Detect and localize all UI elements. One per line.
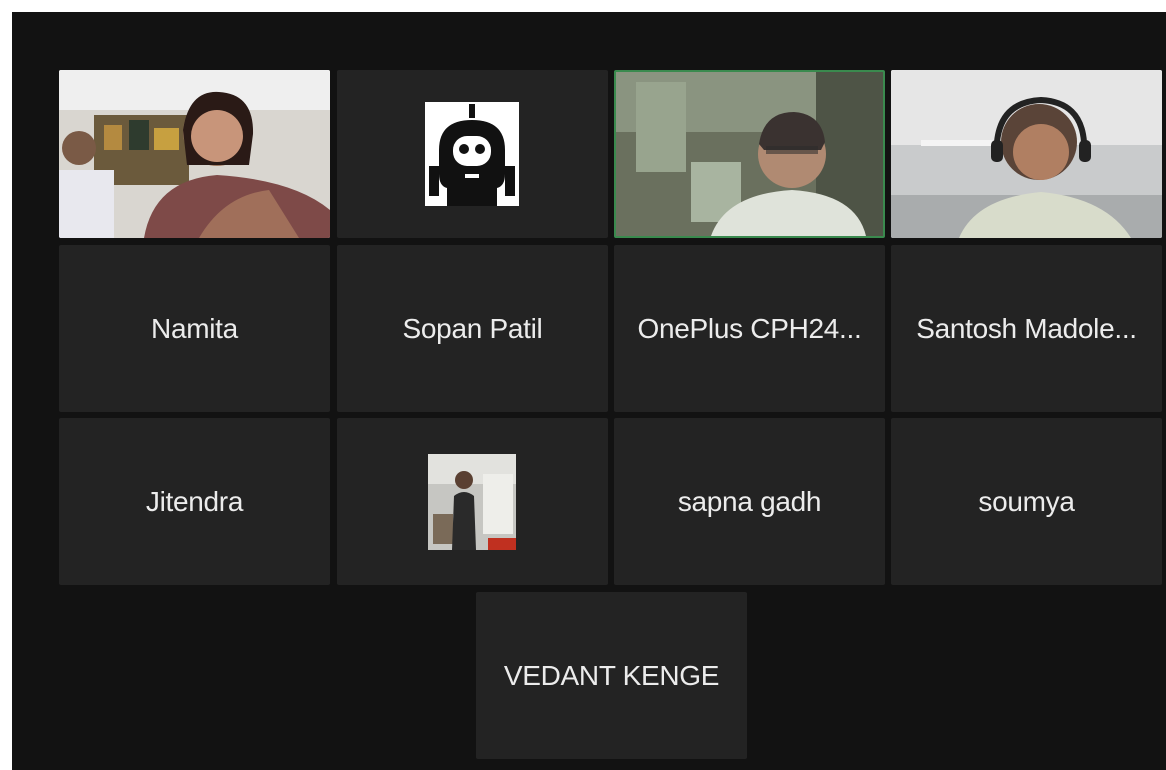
participant-tile-soumya[interactable]: soumya bbox=[891, 418, 1162, 585]
participant-name: soumya bbox=[978, 485, 1075, 517]
participant-tile-photo-avatar[interactable] bbox=[337, 418, 608, 585]
participant-tile-jitendra[interactable]: Jitendra bbox=[59, 418, 330, 585]
participant-name: Jitendra bbox=[145, 485, 244, 517]
photo-avatar bbox=[428, 454, 516, 550]
video-feed bbox=[616, 72, 883, 236]
robot-avatar-icon bbox=[425, 102, 519, 206]
participant-name: sapna gadh bbox=[677, 485, 822, 517]
participant-tile-oneplus[interactable]: OnePlus CPH24... bbox=[614, 245, 885, 412]
participant-name: Sopan Patil bbox=[402, 312, 543, 344]
participant-name: Santosh Madole... bbox=[916, 312, 1137, 344]
participant-name: OnePlus CPH24... bbox=[637, 312, 862, 344]
participant-tile-santosh-madole[interactable]: Santosh Madole... bbox=[891, 245, 1162, 412]
video-tile-santosh-madole[interactable] bbox=[891, 70, 1162, 238]
video-tile-namita[interactable] bbox=[59, 70, 330, 238]
video-tile-sopan-patil[interactable] bbox=[337, 70, 608, 238]
participant-tile-vedant-kenge[interactable]: VEDANT KENGE bbox=[476, 592, 747, 759]
video-feed bbox=[891, 70, 1162, 238]
participant-name: Namita bbox=[151, 312, 238, 344]
video-feed bbox=[59, 70, 330, 238]
participant-tile-namita[interactable]: Namita bbox=[59, 245, 330, 412]
participant-tile-sapna-gadh[interactable]: sapna gadh bbox=[614, 418, 885, 585]
meeting-gallery-view: Namita Sopan Patil OnePlus CPH24... Sant… bbox=[12, 12, 1166, 770]
video-tile-oneplus-active-speaker[interactable] bbox=[614, 70, 885, 238]
participant-name: VEDANT KENGE bbox=[503, 659, 720, 691]
participant-tile-sopan-patil[interactable]: Sopan Patil bbox=[337, 245, 608, 412]
